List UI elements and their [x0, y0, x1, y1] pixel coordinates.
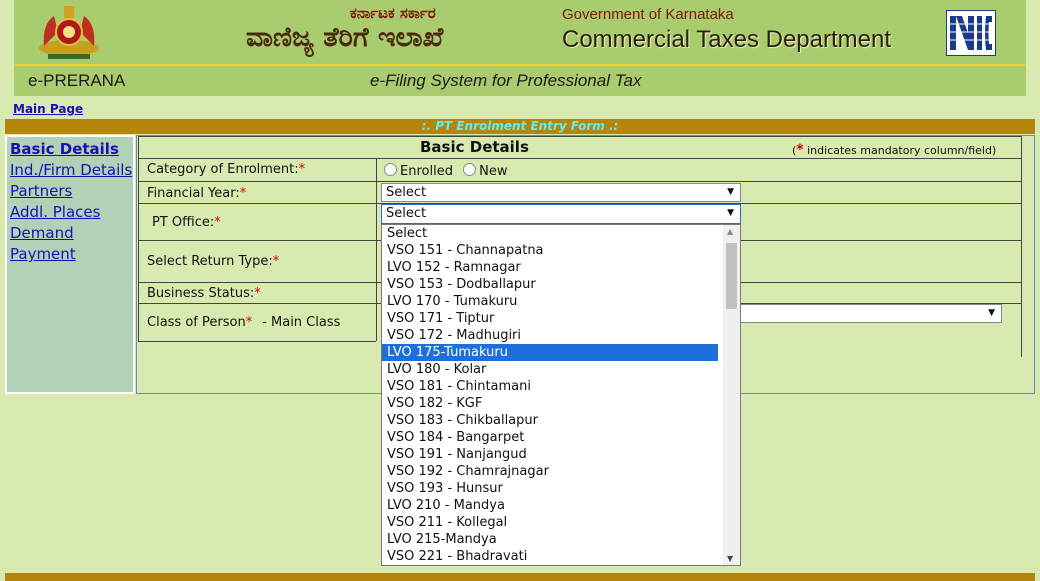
footer-bar [5, 573, 1035, 581]
financial-year-select[interactable]: Select ▼ [381, 183, 741, 202]
pt-office-option[interactable]: LVO 152 - Ramnagar [382, 259, 718, 276]
left-navigation: Basic Details Ind./Firm Details Partners… [5, 135, 135, 394]
pt-office-option[interactable]: VSO 211 - Kollegal [382, 514, 718, 531]
return-type-label: Select Return Type:* [147, 254, 280, 269]
pt-office-option[interactable]: VSO 184 - Bangarpet [382, 429, 718, 446]
pt-office-option[interactable]: VSO 183 - Chikballapur [382, 412, 718, 429]
scroll-down-icon[interactable]: ▼ [727, 554, 733, 563]
table-border [138, 136, 139, 341]
sub-header-bar: e-PRERANA e-Filing System for Profession… [14, 66, 1026, 96]
pt-office-options: Select VSO 151 - Channapatna LVO 152 - Ram… [382, 225, 740, 565]
pt-office-option[interactable]: VSO 192 - Chamrajnagar [382, 463, 718, 480]
app-name: e-PRERANA [28, 71, 126, 90]
nav-payment[interactable]: Payment [10, 245, 76, 263]
scroll-up-icon[interactable]: ▲ [727, 227, 733, 236]
table-border [138, 136, 1022, 137]
category-label: Category of Enrolment:* [147, 162, 306, 177]
pt-office-select[interactable]: Select ▼ [381, 204, 741, 224]
enrolled-radio[interactable] [384, 163, 397, 176]
row-divider [138, 158, 1022, 159]
pt-office-option[interactable]: VSO 191 - Nanjangud [382, 446, 718, 463]
mandatory-note: (* indicates mandatory column/field) [792, 142, 997, 158]
nav-ind-firm-details[interactable]: Ind./Firm Details [10, 161, 132, 179]
category-radio-group: Enrolled New [384, 163, 507, 179]
pt-office-option[interactable]: Select [382, 225, 718, 242]
scrollbar-thumb[interactable] [726, 243, 737, 309]
form-title-bar: :. PT Enrolment Entry Form .: [5, 119, 1035, 134]
dropdown-arrow-icon: ▼ [988, 308, 995, 318]
pt-office-option[interactable]: VSO 181 - Chintamani [382, 378, 718, 395]
pt-office-option[interactable]: VSO 193 - Hunsur [382, 480, 718, 497]
pt-office-option[interactable]: LVO 170 - Tumakuru [382, 293, 718, 310]
row-divider [138, 341, 376, 342]
pt-office-label: PT Office:* [152, 215, 221, 230]
pt-office-option[interactable]: VSO 221 - Bhadravati [382, 548, 718, 565]
pt-office-option[interactable]: LVO 175-Tumakuru [382, 344, 718, 361]
government-title: Government of Karnataka [562, 6, 734, 23]
nav-demand[interactable]: Demand [10, 224, 74, 242]
site-header: ಕರ್ನಾಟಕ ಸರ್ಕಾರ ವಾಣಿಜ್ಯ ತೆರಿಗೆ ಇಲಾಖೆ Gove… [14, 0, 1026, 66]
pt-office-option[interactable]: VSO 171 - Tiptur [382, 310, 718, 327]
main-page-link[interactable]: Main Page [13, 102, 83, 116]
pt-office-option[interactable]: VSO 151 - Channapatna [382, 242, 718, 259]
pt-office-option[interactable]: VSO 182 - KGF [382, 395, 718, 412]
nav-partners[interactable]: Partners [10, 182, 72, 200]
dropdown-scrollbar[interactable]: ▲ ▼ [723, 225, 740, 565]
karnataka-emblem-icon [39, 6, 99, 59]
kannada-government-title: ಕರ್ನಾಟಕ ಸರ್ಕಾರ [350, 4, 436, 22]
nic-logo-icon [946, 10, 996, 56]
new-label: New [479, 164, 508, 179]
business-status-label: Business Status:* [147, 286, 261, 301]
pt-office-option[interactable]: VSO 153 - Dodballapur [382, 276, 718, 293]
pt-office-option[interactable]: VSO 172 - Madhugiri [382, 327, 718, 344]
department-title: Commercial Taxes Department [562, 26, 892, 53]
dropdown-arrow-icon: ▼ [727, 187, 734, 197]
row-divider [138, 181, 1022, 182]
section-title: Basic Details [420, 138, 529, 156]
pt-office-option[interactable]: LVO 180 - Kolar [382, 361, 718, 378]
enrolled-label: Enrolled [400, 164, 453, 179]
nav-addl-places[interactable]: Addl. Places [10, 203, 100, 221]
table-column-divider [376, 158, 377, 341]
kannada-department-title: ವಾಣಿಜ್ಯ ತೆರಿಗೆ ಇಲಾಖೆ [246, 22, 444, 53]
financial-year-label: Financial Year:* [147, 186, 247, 201]
pt-office-option[interactable]: LVO 210 - Mandya [382, 497, 718, 514]
nav-basic-details[interactable]: Basic Details [10, 140, 119, 158]
table-border [1021, 136, 1022, 357]
pt-office-dropdown-list[interactable]: Select VSO 151 - Channapatna LVO 152 - Ram… [381, 224, 741, 566]
pt-office-option[interactable]: LVO 215-Mandya [382, 531, 718, 548]
form-title: :. PT Enrolment Entry Form .: [421, 119, 619, 133]
new-radio[interactable] [463, 163, 477, 176]
main-class-select[interactable]: ▼ [698, 304, 1002, 323]
class-of-person-label: Class of Person* - Main Class [147, 315, 341, 330]
dropdown-arrow-icon: ▼ [727, 208, 734, 218]
system-title: e-Filing System for Professional Tax [370, 71, 642, 90]
